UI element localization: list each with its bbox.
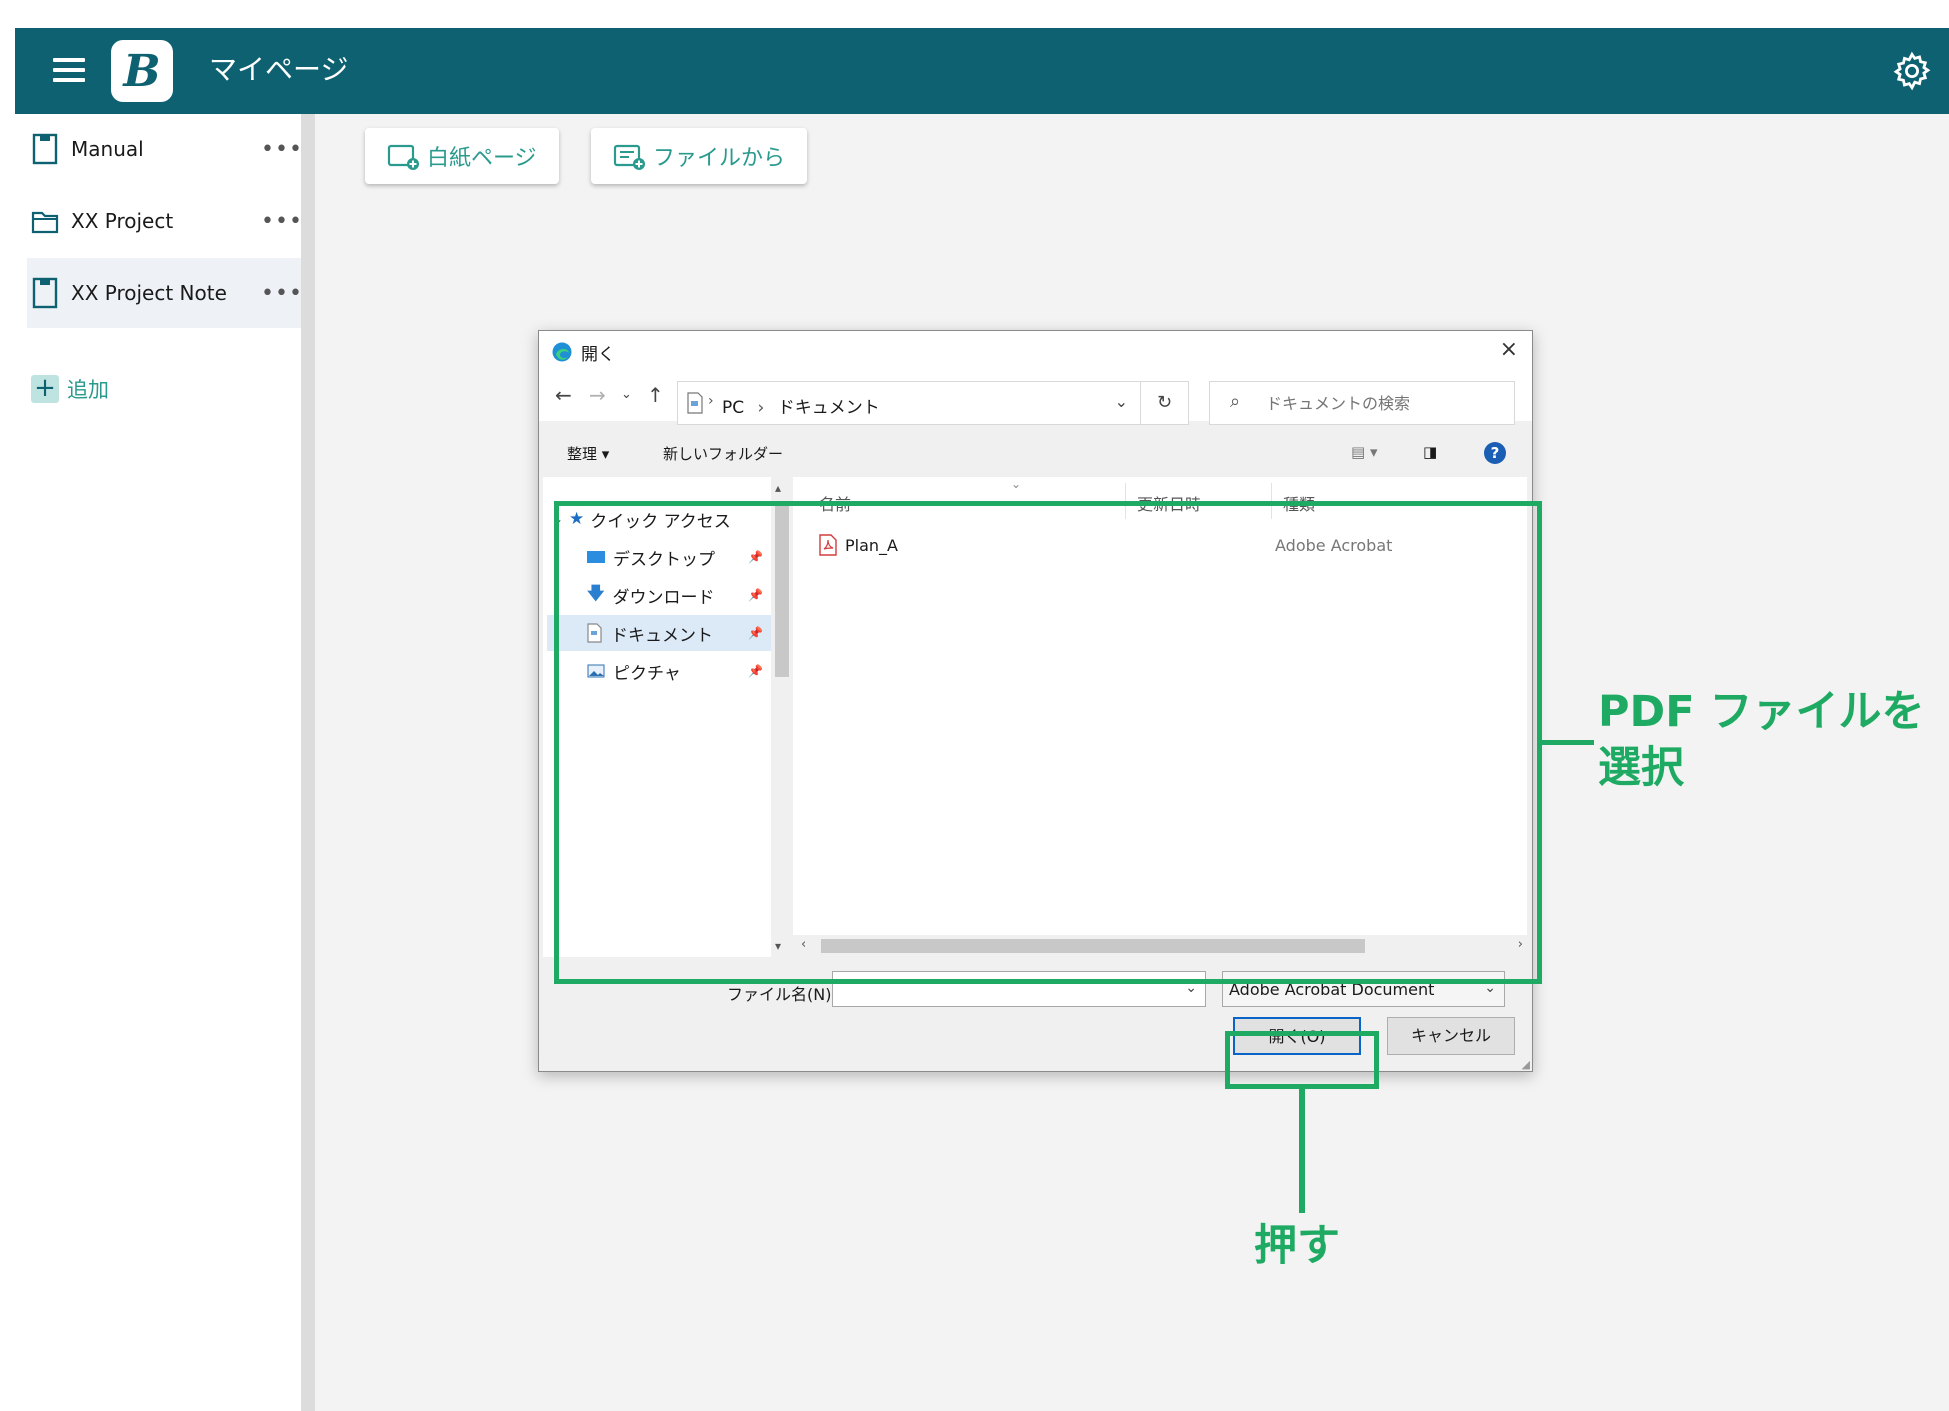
close-icon[interactable]: × (1500, 337, 1518, 362)
annotation-press: 押す (1254, 1221, 1340, 1271)
document-icon (687, 392, 703, 414)
annotation-line-1: PDF ファイルを (1598, 687, 1925, 737)
top-bar: B マイページ (15, 28, 1949, 114)
from-file-label: ファイルから (653, 146, 786, 171)
file-list-highlight (554, 501, 1542, 984)
preview-pane-icon[interactable]: ◨ (1423, 443, 1437, 461)
blank-page-label: 白紙ページ (427, 146, 537, 171)
search-box[interactable]: ⌕ (1209, 381, 1515, 425)
chevron-down-icon[interactable]: ⌄ (1115, 392, 1128, 411)
logo-letter: B (123, 45, 161, 97)
add-file-icon (613, 144, 645, 170)
back-arrow-icon[interactable]: ← (555, 383, 572, 407)
up-arrow-icon[interactable]: ↑ (647, 383, 664, 407)
annotation-line-2: 選択 (1598, 743, 1684, 793)
navigation-bar: ← → ⌄ ↑ › PC › ドキュメント ⌄ ↻ ⌕ (539, 371, 1532, 425)
sort-chevron-icon: ⌄ (1011, 477, 1022, 491)
address-bar[interactable]: › PC › ドキュメント ⌄ (677, 381, 1141, 425)
folder-icon (31, 211, 59, 234)
blank-page-button[interactable]: 白紙ページ (365, 128, 559, 184)
sidebar-item-xx-project-note[interactable]: XX Project Note ••• (27, 258, 302, 328)
sidebar-item-label: XX Project (71, 209, 174, 233)
cancel-button[interactable]: キャンセル (1387, 1017, 1515, 1055)
sidebar-item-manual[interactable]: Manual ••• (27, 114, 302, 184)
sidebar: Manual ••• XX Project ••• XX Project Not… (15, 114, 302, 1411)
more-options-icon[interactable]: ••• (261, 209, 302, 234)
annotation-select-pdf: PDF ファイルを 選択 (1598, 684, 1925, 796)
annotation-connector (1542, 740, 1594, 745)
notebook-icon (32, 133, 58, 165)
recent-locations-chevron-icon[interactable]: ⌄ (621, 387, 632, 402)
dialog-title: 開く (581, 345, 615, 365)
notebook-icon (32, 277, 58, 309)
address-path: PC › ドキュメント (722, 398, 880, 418)
forward-arrow-icon[interactable]: → (589, 383, 606, 407)
sidebar-scrollbar[interactable] (301, 114, 315, 1411)
annotation-connector (1299, 1089, 1305, 1213)
organize-menu[interactable]: 整理 ▾ (567, 443, 609, 464)
from-file-button[interactable]: ファイルから (591, 128, 808, 184)
resize-grip-icon[interactable]: ◢ (1522, 1058, 1530, 1071)
command-bar: 整理 ▾ 新しいフォルダー ▤ ▾ ◨ ? (539, 435, 1532, 469)
app-logo[interactable]: B (111, 40, 173, 102)
more-options-icon[interactable]: ••• (261, 281, 302, 306)
view-options-icon[interactable]: ▤ ▾ (1351, 443, 1377, 461)
new-folder-button[interactable]: 新しいフォルダー (663, 443, 783, 464)
search-input[interactable] (1266, 390, 1506, 416)
page-title: マイページ (209, 53, 349, 86)
dialog-title-bar: 開く × (539, 331, 1532, 371)
path-pc[interactable]: PC (722, 398, 744, 418)
more-options-icon[interactable]: ••• (261, 137, 302, 162)
scroll-up-icon[interactable]: ▴ (775, 481, 781, 495)
filename-label: ファイル名(N): (727, 985, 837, 1004)
sidebar-item-label: XX Project Note (71, 281, 227, 305)
open-button-highlight (1225, 1031, 1379, 1089)
gear-icon[interactable] (1891, 50, 1933, 92)
sidebar-item-xx-project[interactable]: XX Project ••• (27, 186, 302, 256)
browser-icon (552, 342, 572, 362)
sidebar-item-label: Manual (71, 137, 144, 161)
path-documents[interactable]: ドキュメント (778, 398, 880, 418)
path-separator-icon: › (708, 393, 714, 409)
help-icon[interactable]: ? (1484, 442, 1506, 464)
search-icon: ⌕ (1230, 391, 1241, 412)
add-button[interactable]: + 追加 (31, 372, 109, 406)
add-label: 追加 (67, 378, 109, 402)
plus-icon: + (31, 375, 59, 403)
hamburger-menu-icon[interactable] (53, 58, 85, 84)
add-page-icon (387, 144, 419, 170)
refresh-icon[interactable]: ↻ (1141, 381, 1189, 425)
